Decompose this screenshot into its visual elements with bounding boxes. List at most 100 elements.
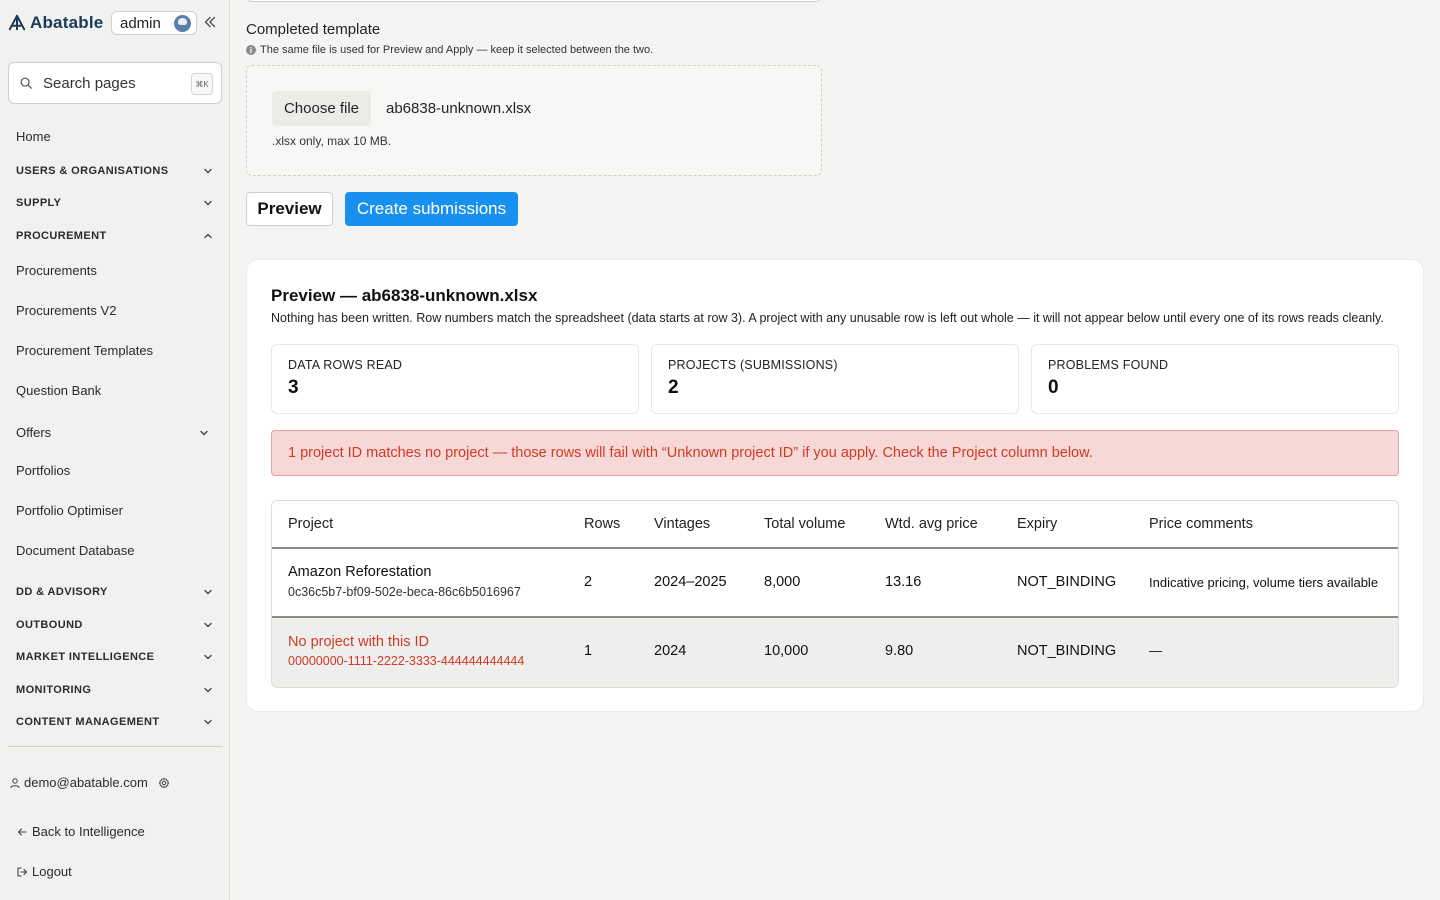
file-dropzone[interactable]: Choose file ab6838-unknown.xlsx .xlsx on…	[246, 65, 822, 176]
search-placeholder: Search pages	[43, 74, 136, 92]
chevron-down-icon	[204, 654, 212, 660]
total-volume: 10,000	[764, 643, 809, 659]
table-header: Project Rows Vintages Total volume Wtd. …	[272, 501, 1398, 549]
expiry: NOT_BINDING	[1017, 643, 1117, 659]
user-icon	[10, 777, 20, 788]
section-label: SUPPLY	[16, 197, 62, 209]
column-header-expiry: Expiry	[1017, 516, 1058, 532]
stat-value: 2	[668, 377, 679, 398]
abatable-logo-icon	[8, 14, 26, 31]
search-shortcut: ⌘K	[191, 73, 213, 95]
chevron-down-icon	[204, 687, 212, 693]
gear-icon[interactable]	[158, 777, 170, 789]
main-content: Completed template i The same file is us…	[230, 0, 1440, 900]
column-header-vintages: Vintages	[654, 516, 711, 532]
sidebar-item-procurements[interactable]: Procurements	[16, 263, 97, 278]
section-label: MARKET INTELLIGENCE	[16, 651, 155, 663]
chevron-down-icon	[204, 168, 212, 174]
stat-value: 3	[288, 377, 299, 398]
back-link-label: Back to Intelligence	[32, 824, 145, 839]
search-pages-input[interactable]: Search pages ⌘K	[8, 62, 222, 104]
project-id: 0c36c5b7-bf09-502e-beca-86c6b5016967	[288, 585, 521, 599]
table-row: Amazon Reforestation 0c36c5b7-bf09-502e-…	[272, 549, 1398, 618]
file-format-hint: .xlsx only, max 10 MB.	[272, 134, 392, 148]
sidebar-item-portfolio-optimiser[interactable]: Portfolio Optimiser	[16, 503, 123, 518]
sidebar-item-question-bank[interactable]: Question Bank	[16, 383, 101, 398]
info-icon: i	[246, 45, 256, 55]
collapse-sidebar-icon[interactable]	[201, 13, 219, 31]
logout-link[interactable]: Logout	[16, 864, 72, 879]
upload-field-label: Completed template	[246, 21, 381, 38]
sidebar-item-offers[interactable]: Offers	[16, 425, 210, 440]
price-comments: —	[1149, 643, 1162, 658]
project-name: No project with this ID	[288, 634, 430, 650]
arrow-left-icon	[17, 827, 27, 836]
environment-label: admin	[120, 14, 161, 32]
preview-subtitle: Nothing has been written. Row numbers ma…	[271, 311, 1384, 325]
upload-field-help: i The same file is used for Preview and …	[246, 44, 653, 56]
back-to-intelligence-link[interactable]: Back to Intelligence	[16, 824, 145, 839]
preview-button[interactable]: Preview	[246, 192, 333, 226]
sidebar-section-dd-advisory[interactable]: DD & ADVISORY	[16, 586, 214, 598]
column-header-wtd-avg-price: Wtd. avg price	[885, 516, 978, 532]
wtd-avg-price: 13.16	[885, 574, 922, 590]
stat-data-rows: DATA ROWS READ 3	[271, 344, 639, 414]
sidebar-item-home[interactable]: Home	[16, 129, 51, 144]
stat-value: 0	[1048, 377, 1059, 398]
sidebar-item-portfolios[interactable]: Portfolios	[16, 463, 70, 478]
stat-label: PROJECTS (SUBMISSIONS)	[668, 358, 838, 372]
offers-label: Offers	[16, 425, 52, 440]
wtd-avg-price: 9.80	[885, 643, 914, 659]
stat-projects: PROJECTS (SUBMISSIONS) 2	[651, 344, 1019, 414]
chevron-down-icon	[204, 622, 212, 628]
table-row-unknown-project: No project with this ID 00000000-1111-22…	[272, 618, 1398, 687]
sidebar-item-procurement-templates[interactable]: Procurement Templates	[16, 343, 153, 358]
row-count: 2	[584, 574, 593, 590]
sidebar-item-procurements-v2[interactable]: Procurements V2	[16, 303, 116, 318]
chevron-up-icon	[204, 233, 212, 239]
total-volume: 8,000	[764, 574, 801, 590]
section-label: PROCUREMENT	[16, 230, 107, 242]
previous-field[interactable]	[246, 0, 822, 2]
sidebar-section-content-management[interactable]: CONTENT MANAGEMENT	[16, 716, 214, 728]
preview-title: Preview — ab6838-unknown.xlsx	[271, 286, 538, 305]
column-header-total-volume: Total volume	[764, 516, 846, 532]
stat-problems: PROBLEMS FOUND 0	[1031, 344, 1399, 414]
section-label: MONITORING	[16, 684, 92, 696]
sidebar-section-outbound[interactable]: OUTBOUND	[16, 619, 214, 631]
stat-label: PROBLEMS FOUND	[1048, 358, 1169, 372]
preview-table: Project Rows Vintages Total volume Wtd. …	[271, 500, 1399, 688]
user-email: demo@abatable.com	[24, 775, 148, 790]
chevron-down-icon	[204, 200, 212, 206]
project-id: 00000000-1111-2222-3333-444444444444	[288, 654, 525, 668]
section-label: CONTENT MANAGEMENT	[16, 716, 160, 728]
section-label: OUTBOUND	[16, 619, 83, 631]
vintages: 2024	[654, 643, 687, 659]
environment-switcher[interactable]: admin	[111, 11, 197, 35]
preview-card: Preview — ab6838-unknown.xlsx Nothing ha…	[246, 259, 1424, 712]
sidebar-section-monitoring[interactable]: MONITORING	[16, 684, 214, 696]
sidebar: Abatable admin Search pages ⌘K Home USER…	[0, 0, 230, 900]
sidebar-section-users[interactable]: USERS & ORGANISATIONS	[16, 165, 214, 177]
column-header-project: Project	[288, 516, 334, 532]
chevron-down-icon	[204, 719, 212, 725]
search-icon	[20, 77, 32, 89]
sidebar-section-supply[interactable]: SUPPLY	[16, 197, 214, 209]
unknown-project-alert: 1 project ID matches no project — those …	[271, 430, 1399, 476]
sidebar-item-document-database[interactable]: Document Database	[16, 543, 135, 558]
create-submissions-button[interactable]: Create submissions	[345, 192, 518, 226]
upload-help-text: The same file is used for Preview and Ap…	[260, 44, 654, 56]
brand[interactable]: Abatable	[8, 10, 103, 36]
expiry: NOT_BINDING	[1017, 574, 1117, 590]
column-header-price-comments: Price comments	[1149, 516, 1253, 532]
avatar	[174, 15, 191, 32]
sidebar-section-market-intelligence[interactable]: MARKET INTELLIGENCE	[16, 651, 214, 663]
user-info: demo@abatable.com	[9, 775, 173, 790]
section-label: USERS & ORGANISATIONS	[16, 165, 169, 177]
section-label: DD & ADVISORY	[16, 586, 108, 598]
choose-file-button[interactable]: Choose file	[272, 91, 371, 126]
row-count: 1	[584, 643, 593, 659]
project-name: Amazon Reforestation	[288, 564, 432, 580]
brand-name: Abatable	[30, 13, 104, 32]
sidebar-section-procurement[interactable]: PROCUREMENT	[16, 230, 214, 242]
